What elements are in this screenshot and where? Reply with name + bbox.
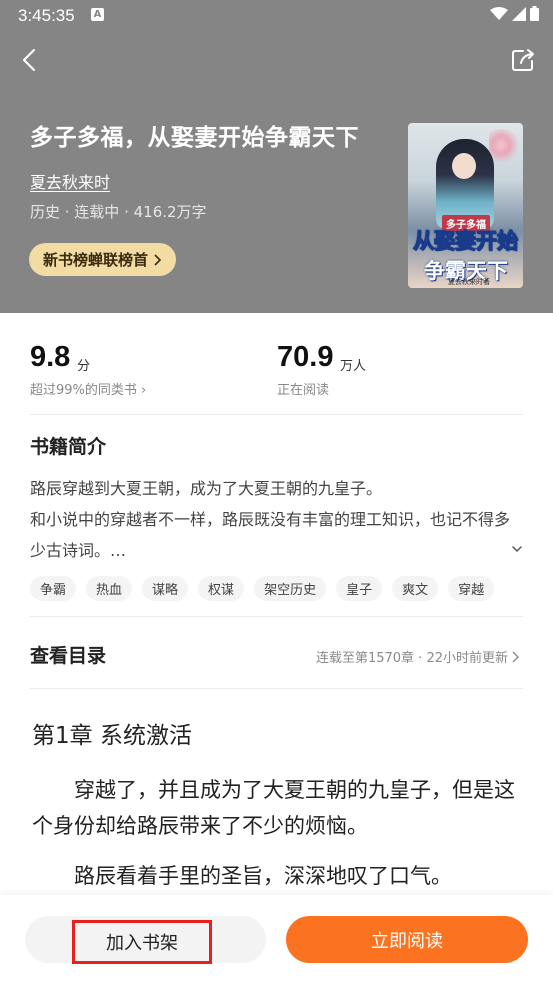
readers-unit: 万人	[340, 359, 367, 374]
chapter-paragraph: 穿越了，并且成为了大夏王朝的九皇子，但是这个身份却给路辰带来了不少的烦恼。	[32, 778, 515, 838]
share-icon[interactable]	[509, 46, 537, 74]
intro-line: 路辰穿越到大夏王朝，成为了大夏王朝的九皇子。	[30, 479, 383, 498]
tag[interactable]: 谋略	[142, 576, 189, 601]
tag[interactable]: 爽文	[392, 576, 439, 601]
chevron-left-icon[interactable]	[16, 46, 44, 74]
add-to-shelf-label[interactable]: 加入书架	[72, 920, 212, 964]
chapter-body[interactable]: 穿越了，并且成为了大夏王朝的九皇子，但是这个身份却给路辰带来了不少的烦恼。 路辰…	[32, 772, 522, 908]
cover-author: 夏去秋来时著	[448, 278, 490, 286]
rank-badge[interactable]: 新书榜蝉联榜首	[29, 243, 177, 276]
score-subtitle-text: 超过99%的同类书	[30, 383, 137, 398]
chapter-title: 第1章 系统激活	[32, 723, 192, 749]
status-bar: 3:45:35 A	[0, 0, 553, 32]
chevron-right-icon	[154, 253, 162, 266]
chevron-down-icon[interactable]	[510, 542, 524, 556]
author-link[interactable]: 夏去秋来时	[30, 169, 110, 193]
battery-icon	[530, 6, 539, 21]
readers-subtitle: 正在阅读	[277, 383, 330, 398]
intro-title: 书籍简介	[30, 436, 107, 458]
rank-badge-label: 新书榜蝉联榜首	[43, 251, 149, 269]
divider	[30, 616, 523, 617]
book-title: 多子多福，从娶妻开始争霸天下	[30, 125, 359, 151]
notification-icon: A	[91, 8, 104, 21]
intro-line: 和小说中的穿越者不一样，路辰既没有丰富的理工知识，也记不得多少古诗词。…	[30, 510, 511, 560]
status-time: 3:45:35	[18, 6, 75, 25]
book-cover[interactable]: 多子多福 从娶妻开始 争霸天下 夏去秋来时著	[408, 123, 523, 288]
score-value: 9.8	[30, 341, 71, 373]
divider	[30, 414, 523, 415]
chapter-paragraph: 路辰看着手里的圣旨，深深地叹了口气。	[74, 864, 452, 888]
cover-face	[452, 153, 476, 179]
tag[interactable]: 皇子	[336, 576, 383, 601]
tag[interactable]: 穿越	[448, 576, 495, 601]
cover-title-line1: 从娶妻开始	[413, 229, 519, 254]
readers-value: 70.9	[277, 341, 334, 373]
score-subtitle[interactable]: 超过99%的同类书 ›	[30, 379, 146, 398]
status-icons	[490, 6, 539, 21]
tag-list: 争霸 热血 谋略 权谋 架空历史 皇子 爽文 穿越	[30, 576, 495, 601]
tag[interactable]: 热血	[86, 576, 133, 601]
toc-status[interactable]: 连载至第1570章 · 22小时前更新	[316, 647, 520, 666]
divider	[30, 688, 523, 689]
book-meta: 历史 · 连载中 · 416.2万字	[30, 203, 207, 221]
tag[interactable]: 权谋	[198, 576, 245, 601]
chevron-right-icon	[512, 651, 519, 662]
tag[interactable]: 架空历史	[254, 576, 327, 601]
read-now-button[interactable]: 立即阅读	[286, 916, 528, 963]
tag[interactable]: 争霸	[30, 576, 77, 601]
toc-status-text: 连载至第1570章 · 22小时前更新	[315, 651, 508, 666]
toc-title[interactable]: 查看目录	[30, 641, 106, 668]
signal-icon	[512, 6, 526, 21]
chevron-right-icon: ›	[141, 383, 147, 398]
intro-text[interactable]: 路辰穿越到大夏王朝，成为了大夏王朝的九皇子。 和小说中的穿越者不一样，路辰既没有…	[30, 473, 520, 566]
score-unit: 分	[77, 359, 91, 374]
wifi-icon	[490, 6, 508, 20]
